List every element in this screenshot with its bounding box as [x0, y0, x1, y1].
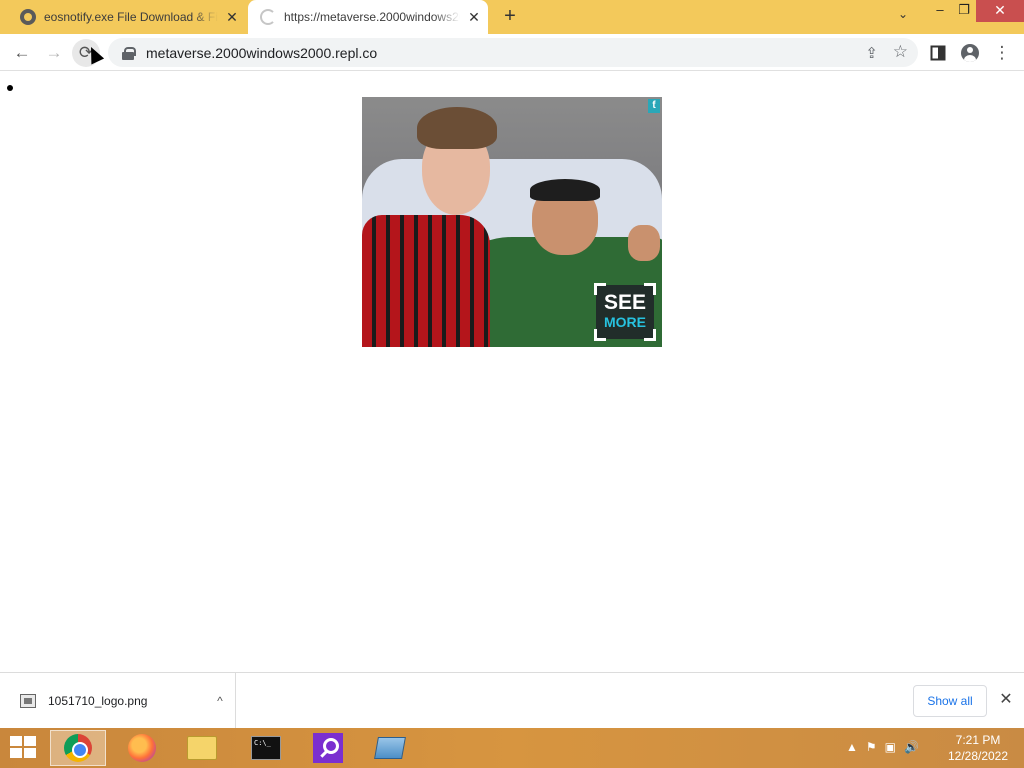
start-button[interactable]: [10, 736, 38, 760]
share-icon[interactable]: ⇪: [865, 44, 878, 62]
tab-eosnotify[interactable]: eosnotify.exe File Download & Fix ✕: [8, 0, 246, 34]
cmd-icon: C:\_: [251, 736, 281, 760]
show-all-button[interactable]: Show all: [913, 685, 987, 717]
forward-button[interactable]: →: [40, 39, 68, 67]
firefox-icon: [128, 734, 156, 762]
clock-date: 12/28/2022: [947, 749, 1009, 763]
download-bar-close-button[interactable]: ✕: [996, 689, 1016, 711]
restore-button[interactable]: ❐: [950, 0, 978, 22]
image-file-icon: [20, 694, 36, 708]
magnifier-icon: [313, 733, 343, 763]
taskbar: C:\_ ▲ ⚑ ▣ 🔊 7:21 PM 12/28/2022: [0, 728, 1024, 768]
show-hidden-icons-icon[interactable]: ▲: [846, 740, 858, 754]
back-button[interactable]: ←: [8, 39, 36, 67]
download-item[interactable]: 1051710_logo.png ^: [0, 673, 236, 729]
url-text[interactable]: metaverse.2000windows2000.repl.co: [146, 45, 377, 61]
taskbar-cmd[interactable]: C:\_: [238, 730, 294, 766]
chrome-icon: [64, 734, 92, 762]
loading-spinner-icon: [260, 9, 276, 25]
tab-title: eosnotify.exe File Download & Fix: [44, 10, 218, 24]
taskbar-app[interactable]: [362, 730, 418, 766]
new-tab-button[interactable]: +: [498, 5, 522, 29]
clock[interactable]: 7:21 PM 12/28/2022: [940, 732, 1016, 764]
lock-icon[interactable]: [122, 46, 136, 60]
tab-close-button[interactable]: ✕: [460, 9, 488, 26]
browser-toolbar: ← → ⟳ metaverse.2000windows2000.repl.co …: [0, 34, 1024, 71]
profile-button[interactable]: [956, 39, 984, 67]
window-close-button[interactable]: ✕: [976, 0, 1024, 22]
download-bar: 1051710_logo.png ^ Show all ✕: [0, 672, 1024, 729]
chevron-up-icon[interactable]: ^: [205, 694, 235, 708]
side-panel-icon: [930, 45, 946, 61]
tab-strip: eosnotify.exe File Download & Fix ✕ http…: [0, 0, 1024, 34]
clock-time: 7:21 PM: [955, 733, 1001, 747]
see-more-line2: MORE: [604, 314, 646, 330]
taskbar-search-app[interactable]: [300, 730, 356, 766]
ad-choices-icon[interactable]: ƭ: [648, 99, 660, 113]
tab-search-button[interactable]: ⌄: [892, 7, 914, 27]
flag-icon[interactable]: ⚑: [866, 740, 877, 754]
tab-title: https://metaverse.2000windows2000.repl.c…: [284, 10, 460, 24]
network-icon[interactable]: ▣: [885, 740, 896, 754]
volume-icon[interactable]: 🔊: [904, 740, 919, 754]
tab-close-button[interactable]: ✕: [218, 9, 246, 26]
system-tray: ▲ ⚑ ▣ 🔊: [846, 740, 919, 754]
folder-icon: [187, 736, 217, 760]
taskbar-file-explorer[interactable]: [174, 730, 230, 766]
list-bullet: [7, 85, 13, 91]
avatar-icon: [961, 44, 979, 62]
taskbar-firefox[interactable]: [114, 730, 170, 766]
taskbar-chrome[interactable]: [50, 730, 106, 766]
see-more-button[interactable]: SEE MORE: [594, 283, 656, 341]
download-file-name[interactable]: 1051710_logo.png: [48, 694, 205, 708]
see-more-line1: SEE: [603, 291, 647, 314]
window-app-icon: [374, 737, 406, 759]
address-bar[interactable]: metaverse.2000windows2000.repl.co ⇪ ☆: [108, 38, 918, 67]
side-panel-button[interactable]: [924, 39, 952, 67]
menu-button[interactable]: ⋮: [988, 39, 1016, 67]
globe-icon: [20, 9, 36, 25]
ad-banner[interactable]: ƭ SEE MORE: [362, 97, 662, 347]
tab-metaverse[interactable]: https://metaverse.2000windows2000.repl.c…: [248, 0, 488, 34]
bookmark-star-icon[interactable]: ☆: [893, 42, 908, 62]
